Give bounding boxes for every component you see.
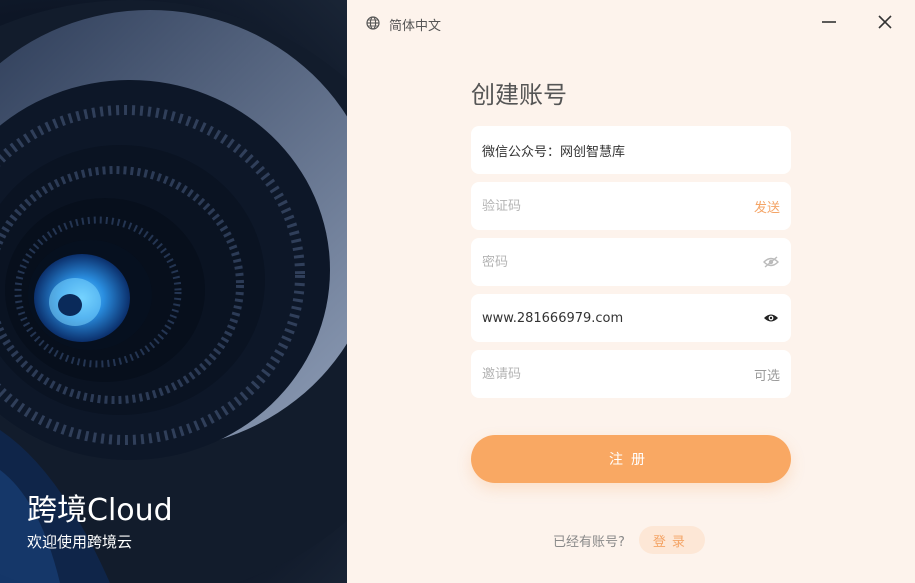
globe-icon xyxy=(366,15,380,34)
language-selector[interactable]: 简体中文 xyxy=(366,15,441,34)
account-field xyxy=(471,126,791,174)
login-hint: 已经有账号? xyxy=(553,534,625,550)
verification-code-input[interactable] xyxy=(482,198,746,214)
account-input[interactable] xyxy=(482,142,780,158)
brand-subtitle: 欢迎使用跨境云 xyxy=(27,533,133,551)
login-button[interactable]: 登录 xyxy=(638,526,705,554)
register-button[interactable]: 注册 xyxy=(471,435,791,483)
confirm-password-field xyxy=(471,294,791,342)
invite-code-input[interactable] xyxy=(482,366,746,382)
verification-code-field: 发送 xyxy=(471,182,791,230)
language-label: 简体中文 xyxy=(389,19,442,34)
close-icon xyxy=(877,14,893,34)
optional-hint: 可选 xyxy=(753,368,780,384)
password-field xyxy=(471,238,791,286)
login-row: 已经有账号? 登录 xyxy=(553,526,705,554)
register-panel: 简体中文 创建账号 发送 xyxy=(347,0,915,583)
invite-code-field: 可选 xyxy=(471,350,791,398)
form-title: 创建账号 xyxy=(471,81,567,109)
password-input[interactable] xyxy=(482,254,762,270)
register-form: 创建账号 发送 xyxy=(471,78,791,406)
register-window: 跨境Cloud 欢迎使用跨境云 简体中文 创建账号 微信公众号：网创智慧库 验证… xyxy=(0,0,915,583)
minimize-button[interactable] xyxy=(815,10,843,38)
eye-off-icon[interactable] xyxy=(762,253,780,271)
eye-icon[interactable] xyxy=(762,309,780,327)
close-button[interactable] xyxy=(871,10,899,38)
brand-title: 跨境Cloud xyxy=(27,493,173,528)
confirm-password-input[interactable] xyxy=(482,310,762,326)
brand-art-panel: 跨境Cloud 欢迎使用跨境云 xyxy=(0,0,347,583)
send-code-button[interactable]: 发送 xyxy=(754,197,780,216)
minimize-icon xyxy=(821,14,837,34)
brand-block: 跨境Cloud 欢迎使用跨境云 xyxy=(27,493,173,553)
